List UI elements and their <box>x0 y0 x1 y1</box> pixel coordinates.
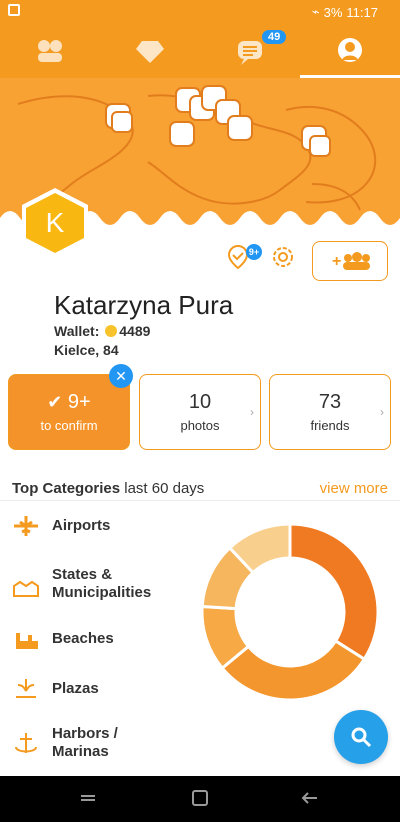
categories-donut-chart <box>200 522 380 702</box>
add-people-icon: + <box>332 252 370 270</box>
category-label: Plazas <box>52 680 99 697</box>
to-confirm-card[interactable]: ✔ 9+ to confirm <box>8 374 130 450</box>
photos-card[interactable]: 10 photos › <box>139 374 261 450</box>
wallet-value: 4489 <box>119 323 151 339</box>
add-friends-button[interactable]: + <box>312 241 388 281</box>
category-item[interactable]: Beaches <box>12 625 114 653</box>
category-label: States & Municipalities <box>52 566 152 601</box>
avatar-letter: K <box>45 207 65 238</box>
search-icon <box>351 727 372 748</box>
checkin-badge: 9+ <box>246 244 262 260</box>
gear-icon <box>273 247 293 267</box>
category-item[interactable]: States & Municipalities <box>12 566 151 602</box>
close-icon[interactable]: ✕ <box>109 364 133 388</box>
wallet-line: Wallet: 4489 <box>54 323 150 339</box>
category-label: Airports <box>52 517 111 534</box>
photos-count: 10 <box>188 391 212 413</box>
coin-icon <box>105 325 118 337</box>
time-text: 11:17 <box>346 4 378 20</box>
status-bar: ⌁ 3% 11:17 <box>0 0 400 24</box>
gallery-icon <box>8 4 20 16</box>
anchor-icon <box>15 733 37 753</box>
wifi-icon: ⌁ <box>311 4 320 19</box>
friends-count: 73 <box>318 391 342 413</box>
profile-icon <box>338 37 362 62</box>
category-item[interactable]: Airports <box>12 512 110 540</box>
diamond-icon <box>136 41 164 63</box>
friends-card[interactable]: 73 friends › <box>269 374 391 450</box>
back-icon[interactable] <box>300 788 320 808</box>
search-button[interactable] <box>334 710 388 764</box>
tab-messages[interactable]: 49 <box>200 24 300 78</box>
people-icon <box>38 40 62 62</box>
category-label: Harbors / Marinas <box>52 725 118 760</box>
battery-text: 3% <box>323 4 343 20</box>
donut-slice <box>288 522 380 662</box>
avatar[interactable]: K <box>18 186 92 260</box>
profile-name: Katarzyna Pura <box>54 290 234 320</box>
sandcastle-icon <box>14 633 38 649</box>
view-more-link[interactable]: view more <box>320 480 388 497</box>
tab-profile[interactable] <box>300 24 400 78</box>
wallet-label: Wallet: <box>54 323 100 339</box>
profile-city: Kielce, 84 <box>54 342 119 358</box>
divider <box>0 500 400 501</box>
tab-people[interactable] <box>0 24 100 78</box>
recent-apps-icon[interactable] <box>78 788 98 808</box>
chevron-right-icon: › <box>250 405 254 419</box>
chevron-right-icon: › <box>380 405 384 419</box>
fountain-icon <box>16 679 36 698</box>
svg-text:+: + <box>332 253 341 270</box>
messages-badge: 49 <box>262 30 287 44</box>
check-circle-icon: ✔ <box>47 392 63 412</box>
to-confirm-label: to confirm <box>40 418 98 433</box>
category-label: Beaches <box>52 630 114 647</box>
category-item[interactable]: Plazas <box>12 675 99 703</box>
category-item[interactable]: Harbors / Marinas <box>12 725 118 761</box>
settings-button[interactable] <box>268 242 298 272</box>
buildings-icon <box>13 580 39 597</box>
photos-label: photos <box>180 418 220 433</box>
friends-label: friends <box>310 418 350 433</box>
tab-diamond[interactable] <box>100 24 200 78</box>
to-confirm-count: ✔ 9+ <box>47 391 91 413</box>
plane-icon <box>14 516 38 536</box>
home-icon[interactable] <box>190 788 210 808</box>
tab-bar: 49 <box>0 24 400 78</box>
android-nav-bar <box>0 776 400 822</box>
